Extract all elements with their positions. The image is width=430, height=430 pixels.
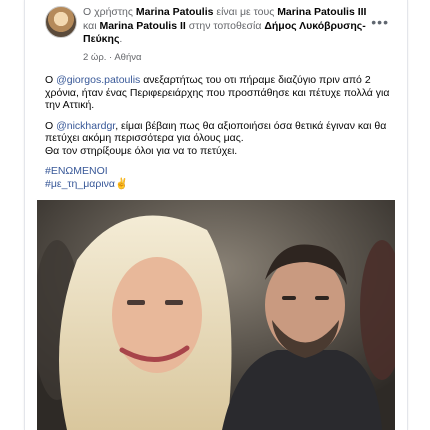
tagged-user-2[interactable]: Marina Patoulis II [99,20,185,32]
post-card: Ο χρήστης Marina Patoulis είναι με τους … [24,0,408,430]
post-meta: 2 ώρ. · Αθήνα [83,52,141,63]
post-body: Ο @giorgos.patoulis ανεξαρτήτως του οτι … [45,74,395,190]
post-place: Αθήνα [114,52,142,63]
post-photo[interactable] [37,200,395,430]
hashtag-me-ti-marina[interactable]: #με_τη_μαρινα✌️ [45,178,395,191]
post-paragraph-1: Ο @giorgos.patoulis ανεξαρτήτως του οτι … [45,74,395,112]
post-paragraph-2: Ο @nickhardgr, είμαι βέβαιη πως θα αξιοπ… [45,120,395,158]
p1-prefix: Ο [45,74,57,86]
header-loc-text: στην τοποθεσία [185,19,265,32]
author-avatar[interactable] [45,6,77,38]
post-header: Ο χρήστης Marina Patoulis είναι με τους … [25,0,407,70]
header-conj: και [83,19,100,32]
header-middle: είναι με τους [213,6,278,18]
header-prefix: Ο χρήστης [83,6,136,18]
post-time[interactable]: 2 ώρ. [83,52,106,63]
photo-illustration [37,200,395,430]
mention-giorgos[interactable]: @giorgos.patoulis [56,74,140,86]
post-header-text: Ο χρήστης Marina Patoulis είναι με τους … [83,6,373,47]
author-name[interactable]: Marina Patoulis [136,6,214,18]
meta-separator: · [109,52,113,63]
p2-line2: Θα τον στηρίξουμε όλοι για να το πετύχει… [45,144,238,157]
hashtag-enomenoi[interactable]: #ΕΝΩΜΕΝΟΙ [45,165,395,178]
tagged-user-1[interactable]: Marina Patoulis III [277,6,366,18]
header-end: . [119,33,123,45]
p2-prefix: Ο [45,119,57,132]
more-options-icon[interactable]: ••• [371,14,389,30]
mention-nickhardgr[interactable]: @nickhardgr [56,120,115,132]
